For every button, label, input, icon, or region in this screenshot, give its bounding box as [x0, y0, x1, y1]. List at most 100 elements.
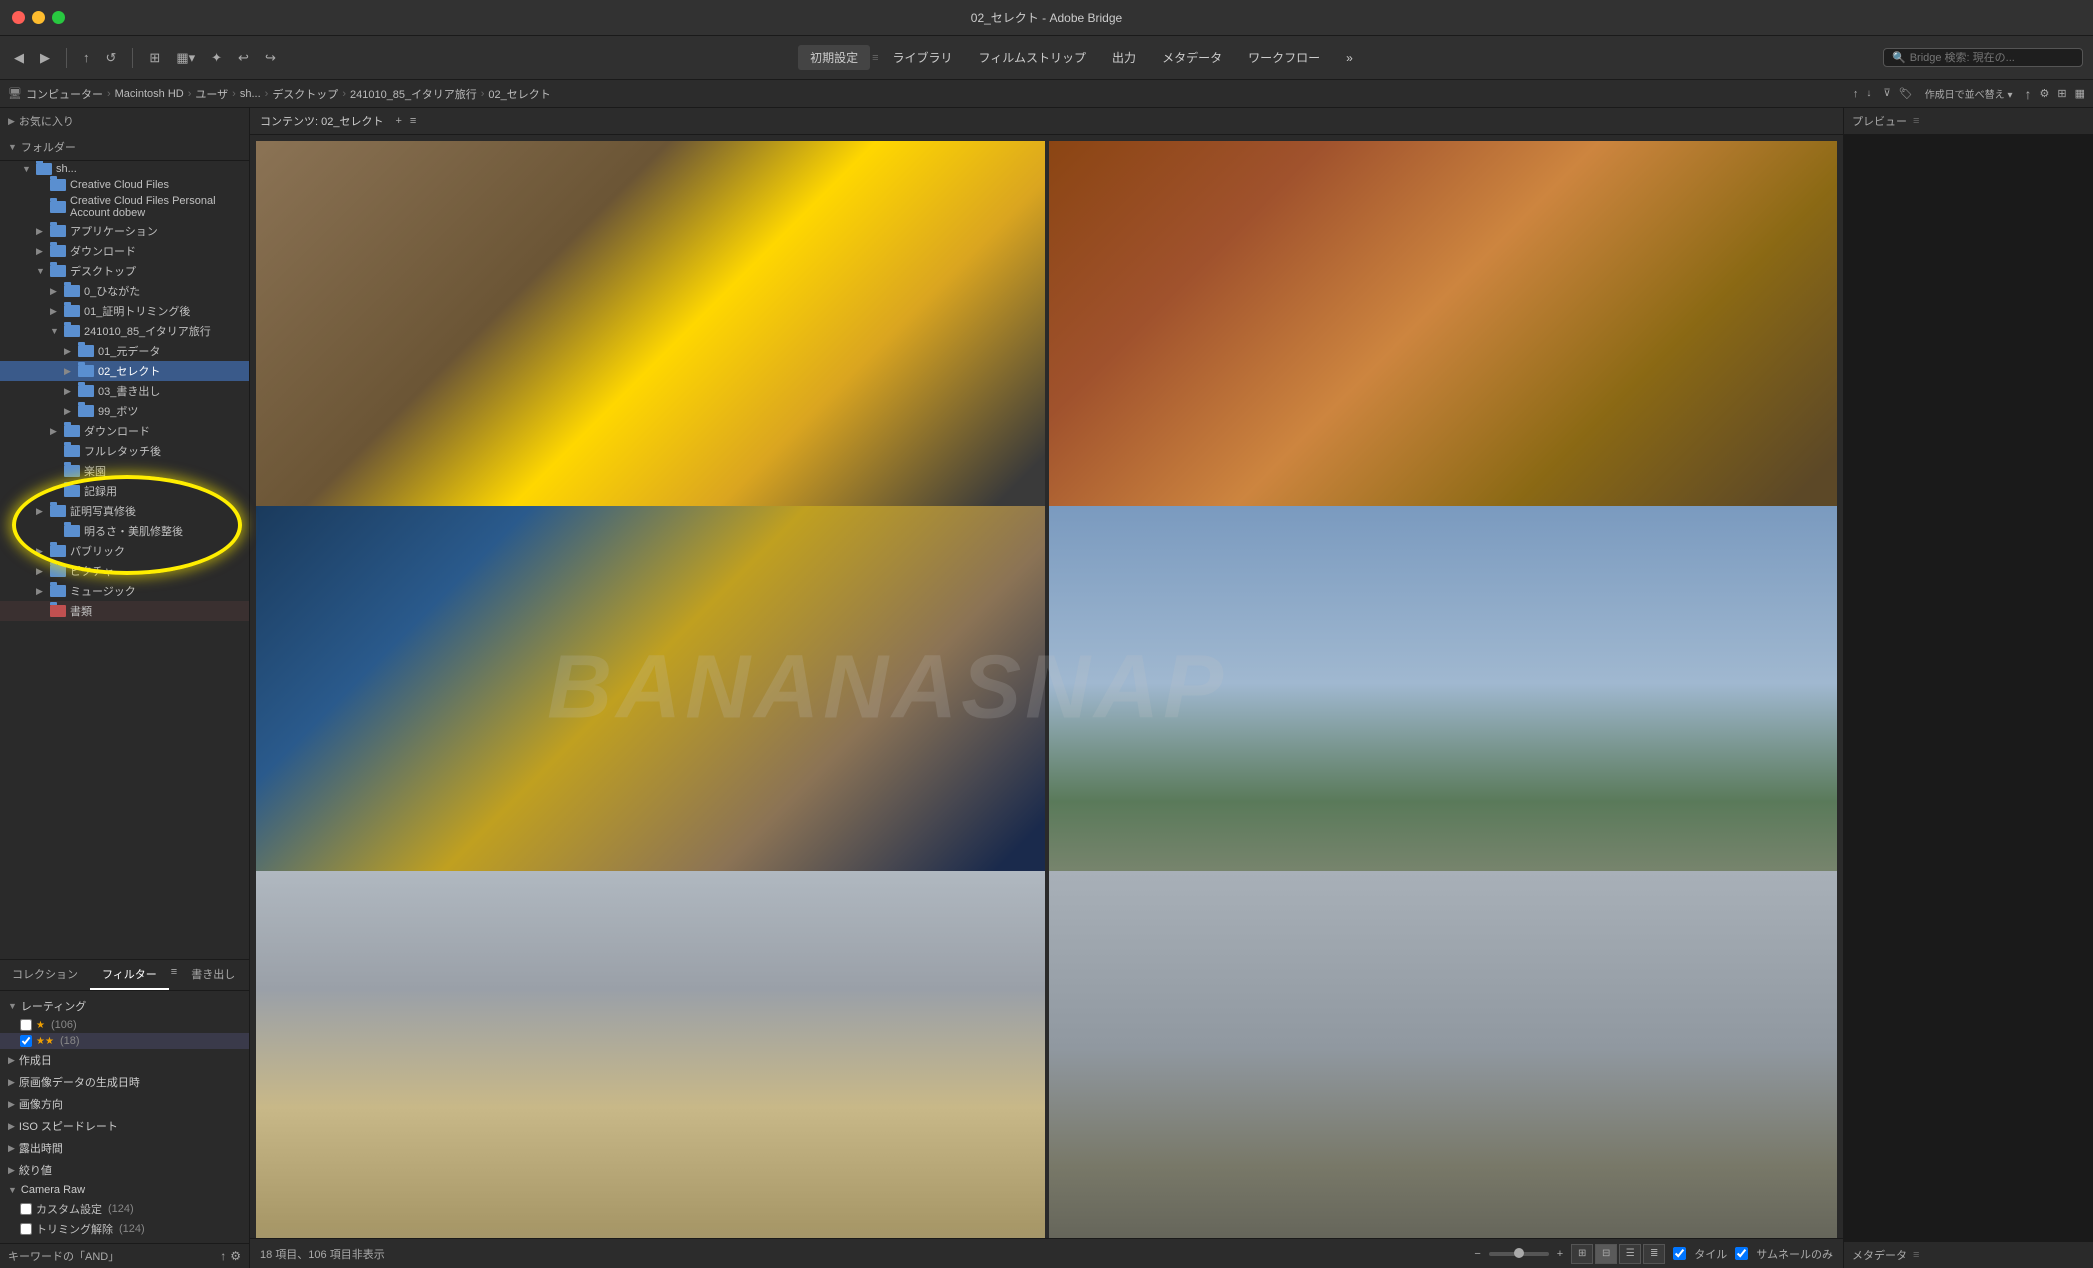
refresh-button[interactable]: ↺ [102, 48, 121, 68]
tree-item-music-room[interactable]: 楽園 [0, 461, 249, 481]
sort-asc-icon[interactable]: ↑ [1853, 88, 1859, 100]
tree-item-kakidashi[interactable]: ▶ 03_書き出し [0, 381, 249, 401]
breadcrumb-macintosh[interactable]: Macintosh HD [115, 88, 184, 100]
minimize-button[interactable] [32, 11, 45, 24]
tree-item-documents[interactable]: 書類 [0, 601, 249, 621]
go-up-button[interactable]: ↑ [79, 48, 94, 67]
tree-item-motodata[interactable]: ▶ 01_元データ [0, 341, 249, 361]
date-group-header[interactable]: ▶ 作成日 [0, 1049, 249, 1071]
search-box[interactable]: 🔍 [1883, 48, 2083, 67]
tree-item-desktop[interactable]: ▼ デスクトップ [0, 261, 249, 281]
rating-group-header[interactable]: ▼ レーティング [0, 995, 249, 1017]
tab-export[interactable]: 書き出し [179, 960, 247, 990]
tree-item-shomei-photo[interactable]: ▶ 証明写真修後 [0, 501, 249, 521]
rating-1star-checkbox[interactable] [20, 1019, 32, 1031]
breadcrumb-select[interactable]: 02_セレクト [488, 86, 550, 102]
photo-thumb-5[interactable] [256, 871, 1045, 1238]
search-input[interactable] [1910, 52, 2070, 64]
redo-button[interactable]: ↪ [261, 48, 280, 68]
raw-date-group-header[interactable]: ▶ 原画像データの生成日時 [0, 1071, 249, 1093]
breadcrumb-desktop[interactable]: デスクトップ [272, 86, 338, 102]
sp-folder-icon [50, 505, 66, 517]
rating-2star-checkbox[interactable] [20, 1035, 32, 1047]
tree-item-records[interactable]: 記録用 [0, 481, 249, 501]
tree-item-sh[interactable]: ▼ sh... [0, 161, 249, 177]
iso-group-header[interactable]: ▶ ISO スピードレート [0, 1115, 249, 1137]
back-button[interactable]: ◀ [10, 48, 28, 68]
nav-workflow[interactable]: ワークフロー [1236, 45, 1332, 70]
breadcrumb-user[interactable]: ユーザ [195, 86, 228, 102]
thumbnail-view-btn[interactable]: ⊟ [1595, 1244, 1617, 1264]
trim-reset-checkbox[interactable] [20, 1223, 32, 1235]
tab-collection[interactable]: コレクション [0, 960, 90, 990]
bt-label: 99_ボツ [98, 403, 241, 419]
sort-order-icon[interactable]: ↓ [1866, 88, 1871, 99]
view-options-icon[interactable]: ⚙ [2040, 87, 2050, 100]
view-mode-button[interactable]: ▦▾ [172, 48, 199, 68]
content-add-btn[interactable]: + [391, 114, 405, 128]
keyword-add-icon[interactable]: ↑ [220, 1249, 226, 1263]
zoom-handle[interactable] [1514, 1248, 1524, 1258]
breadcrumb-computer[interactable]: コンピューター [26, 86, 103, 102]
dl2-expand-icon: ▶ [50, 426, 64, 437]
breadcrumb-sh[interactable]: sh... [240, 88, 261, 100]
folders-header[interactable]: ▼ フォルダー [0, 134, 249, 160]
thumbnail-only-checkbox[interactable] [1735, 1247, 1748, 1260]
zoom-in-btn[interactable]: + [1557, 1248, 1563, 1260]
tree-item-shomei[interactable]: ▶ 01_証明トリミング後 [0, 301, 249, 321]
grid-view-btn[interactable]: ⊞ [1571, 1244, 1593, 1264]
maximize-button[interactable] [52, 11, 65, 24]
list-view-btn[interactable]: ☰ [1619, 1244, 1641, 1264]
nav-library[interactable]: ライブラリ [881, 45, 965, 70]
tab-filter[interactable]: フィルター [90, 960, 169, 990]
tree-item-full-retouch[interactable]: フルレタッチ後 [0, 441, 249, 461]
exposure-group-header[interactable]: ▶ 露出時間 [0, 1137, 249, 1159]
nav-more[interactable]: » [1334, 47, 1365, 69]
search-icon: 🔍 [1892, 51, 1906, 64]
tree-item-brightness[interactable]: 明るさ・美肌修整後 [0, 521, 249, 541]
aperture-group-header[interactable]: ▶ 絞り値 [0, 1159, 249, 1181]
tree-item-downloads[interactable]: ▶ ダウンロード [0, 241, 249, 261]
tree-item-hiragata[interactable]: ▶ 0_ひながた [0, 281, 249, 301]
preview-menu-icon[interactable]: ≡ [1913, 115, 1919, 127]
tree-item-italy[interactable]: ▼ 241010_85_イタリア旅行 [0, 321, 249, 341]
orientation-group-header[interactable]: ▶ 画像方向 [0, 1093, 249, 1115]
thumbnail-size-icon[interactable]: ⊞ [2057, 87, 2066, 100]
tree-item-dl2[interactable]: ▶ ダウンロード [0, 421, 249, 441]
tree-item-picture[interactable]: ▶ ピクチャ [0, 561, 249, 581]
camera-icon[interactable]: ⊞ [145, 48, 164, 68]
nav-essentials[interactable]: 初期設定 [798, 45, 870, 70]
tree-item-creative-cloud[interactable]: Creative Cloud Files [0, 177, 249, 193]
filter-menu-icon[interactable]: ≡ [169, 960, 179, 990]
forward-button[interactable]: ▶ [36, 48, 54, 68]
tree-item-apps[interactable]: ▶ アプリケーション [0, 221, 249, 241]
keyword-settings-icon[interactable]: ⚙ [230, 1249, 241, 1263]
close-button[interactable] [12, 11, 25, 24]
grid-view-icon[interactable]: ▦ [2075, 87, 2085, 100]
detail-view-btn[interactable]: ≣ [1643, 1244, 1665, 1264]
nav-filmstrip[interactable]: フィルムストリップ [967, 45, 1099, 70]
tile-checkbox[interactable] [1673, 1247, 1686, 1260]
zoom-slider[interactable] [1489, 1252, 1549, 1256]
tree-item-select[interactable]: ▶ 02_セレクト [0, 361, 249, 381]
content-menu-btn[interactable]: ≡ [406, 114, 420, 128]
metadata-menu-icon[interactable]: ≡ [1913, 1249, 1919, 1261]
breadcrumb-italy[interactable]: 241010_85_イタリア旅行 [350, 86, 477, 102]
nav-metadata[interactable]: メタデータ [1150, 45, 1234, 70]
tree-item-public[interactable]: ▶ パブリック [0, 541, 249, 561]
tree-item-cc-personal[interactable]: Creative Cloud Files Personal Account do… [0, 193, 249, 221]
undo-button[interactable]: ↩ [234, 48, 253, 68]
camera-raw-group-header[interactable]: ▼ Camera Raw [0, 1181, 249, 1199]
italy-label: 241010_85_イタリア旅行 [84, 323, 241, 339]
filter-icon[interactable]: ⊽ [1883, 88, 1890, 99]
label-icon[interactable]: 🏷 [1899, 87, 1913, 100]
star-filter-icon[interactable]: ✦ [207, 48, 226, 68]
custom-settings-checkbox[interactable] [20, 1203, 32, 1215]
sort-up-icon[interactable]: ↑ [2025, 86, 2032, 102]
photo-thumb-6[interactable] [1049, 871, 1838, 1238]
nav-output[interactable]: 出力 [1100, 45, 1148, 70]
tree-item-music[interactable]: ▶ ミュージック [0, 581, 249, 601]
tree-item-botu[interactable]: ▶ 99_ボツ [0, 401, 249, 421]
zoom-out-btn[interactable]: − [1474, 1248, 1480, 1260]
favorites-header[interactable]: ▶ お気に入り [0, 108, 249, 134]
